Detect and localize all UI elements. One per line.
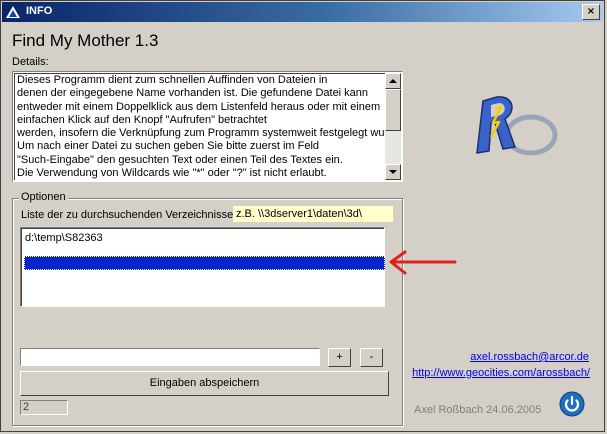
window-title: INFO bbox=[26, 5, 53, 17]
details-label: Details: bbox=[12, 56, 49, 68]
title-bar[interactable]: INFO × bbox=[2, 2, 603, 22]
arrow-down-icon bbox=[389, 170, 397, 174]
details-line: einfachen Klick auf den Knopf "Aufrufen"… bbox=[17, 113, 267, 126]
red-arrow-annotation bbox=[389, 250, 457, 275]
save-settings-button[interactable]: Eingaben abspeichern bbox=[20, 371, 389, 396]
power-icon[interactable] bbox=[559, 391, 585, 417]
list-item[interactable]: d:\temp\S82363 bbox=[24, 231, 380, 245]
details-text: Dieses Programm dient zum schnellen Auff… bbox=[14, 73, 385, 180]
details-line: Um nach einer Datei zu suchen geben Sie … bbox=[17, 140, 320, 153]
scroll-up-button[interactable] bbox=[385, 73, 401, 89]
add-directory-button[interactable]: + bbox=[328, 348, 351, 367]
details-line: denen der eingegebene Name vorhanden ist… bbox=[17, 87, 369, 100]
app-icon bbox=[6, 6, 20, 18]
list-item-selected[interactable] bbox=[24, 256, 385, 270]
directory-path-input[interactable] bbox=[20, 348, 320, 366]
options-group-label: Optionen bbox=[19, 191, 68, 203]
remove-directory-button[interactable]: - bbox=[360, 348, 383, 367]
website-link[interactable]: http://www.geocities.com/arossbach/ bbox=[412, 367, 590, 379]
ro-logo-icon bbox=[476, 96, 558, 156]
directory-count: 2 bbox=[20, 400, 68, 415]
arrow-up-icon bbox=[389, 79, 397, 83]
email-link[interactable]: axel.rossbach@arcor.de bbox=[470, 351, 589, 363]
directories-listbox[interactable]: d:\temp\S82363 bbox=[20, 227, 385, 307]
details-scrollbar[interactable] bbox=[385, 73, 401, 180]
details-line: entweder mit einem Doppelklick aus dem L… bbox=[17, 100, 381, 113]
scroll-down-button[interactable] bbox=[385, 164, 401, 180]
listbox-content: d:\temp\S82363 bbox=[21, 228, 385, 306]
details-line: Die Verwendung von Wildcards wie "*" ode… bbox=[17, 167, 327, 180]
details-line: Dieses Programm dient zum schnellen Auff… bbox=[17, 74, 328, 86]
app-title: Find My Mother 1.3 bbox=[12, 31, 159, 50]
details-line: werden, insofern die Verknüpfung zum Pro… bbox=[17, 127, 385, 140]
info-window: INFO × Find My Mother 1.3 Details: Diese… bbox=[0, 0, 605, 432]
directories-label: Liste der zu durchsuchenden Verzeichniss… bbox=[21, 209, 234, 221]
author-credit: Axel Roßbach 24.06.2005 bbox=[414, 404, 542, 416]
example-path-hint: z.B. \\3dserver1\daten\3d\ bbox=[233, 206, 393, 222]
details-textarea[interactable]: Dieses Programm dient zum schnellen Auff… bbox=[12, 71, 403, 182]
scroll-thumb[interactable] bbox=[385, 89, 401, 131]
close-button[interactable]: × bbox=[582, 4, 600, 20]
details-line: "Such-Eingabe" den gesuchten Text oder e… bbox=[17, 153, 343, 166]
